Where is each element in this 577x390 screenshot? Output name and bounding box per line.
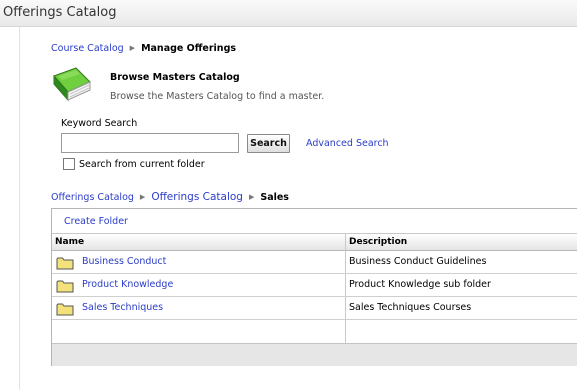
breadcrumb-top: Course Catalog ▶ Manage Offerings [51, 43, 236, 54]
search-current-folder-label: Search from current folder [79, 159, 205, 170]
panel-toolbar: Create Folder [52, 209, 577, 234]
folder-icon [56, 280, 74, 293]
folder-panel: Create Folder Name Description Business … [51, 208, 577, 366]
folder-description: Sales Techniques Courses [349, 302, 472, 313]
column-header-description[interactable]: Description [349, 237, 407, 247]
folder-description: Business Conduct Guidelines [349, 256, 487, 267]
breadcrumb-arrow-icon: ▶ [139, 193, 146, 201]
create-folder-link[interactable]: Create Folder [64, 216, 128, 227]
breadcrumb-arrow-icon: ▶ [129, 44, 136, 52]
breadcrumb-offerings-root-link[interactable]: Offerings Catalog [51, 192, 134, 203]
folder-description: Product Knowledge sub folder [349, 279, 491, 290]
breadcrumb-course-catalog-link[interactable]: Course Catalog [51, 43, 124, 54]
green-book-icon [53, 67, 91, 102]
left-divider [19, 27, 20, 390]
table-row[interactable]: Business Conduct Business Conduct Guidel… [52, 251, 577, 274]
keyword-search-label: Keyword Search [61, 118, 138, 129]
folder-name-link[interactable]: Business Conduct [82, 256, 166, 267]
folder-icon [56, 257, 74, 270]
browse-masters-title: Browse Masters Catalog [110, 72, 240, 83]
breadcrumb-current: Manage Offerings [141, 43, 237, 54]
search-button[interactable]: Search [247, 134, 290, 153]
breadcrumb-folder: Offerings Catalog ▶ Offerings Catalog ▶ Sale… [51, 191, 289, 203]
search-current-folder-checkbox[interactable] [63, 158, 75, 170]
breadcrumb-offerings-link[interactable]: Offerings Catalog [151, 191, 243, 203]
folder-name-link[interactable]: Product Knowledge [82, 279, 173, 290]
folder-name-link[interactable]: Sales Techniques [82, 302, 163, 313]
table-row[interactable]: Product Knowledge Product Knowledge sub … [52, 274, 577, 297]
window-title: Offerings Catalog [3, 5, 117, 20]
keyword-search-input[interactable] [61, 133, 239, 153]
table-row[interactable]: Sales Techniques Sales Techniques Course… [52, 297, 577, 320]
table-header: Name Description [52, 234, 577, 251]
column-header-name[interactable]: Name [55, 237, 84, 247]
window-title-bar: Offerings Catalog [0, 0, 577, 27]
browse-masters-description: Browse the Masters Catalog to find a mas… [110, 91, 325, 102]
folder-icon [56, 303, 74, 316]
panel-footer [52, 343, 577, 366]
breadcrumb-current-folder: Sales [260, 192, 289, 203]
breadcrumb-arrow-icon: ▶ [248, 193, 255, 201]
advanced-search-link[interactable]: Advanced Search [306, 138, 389, 149]
